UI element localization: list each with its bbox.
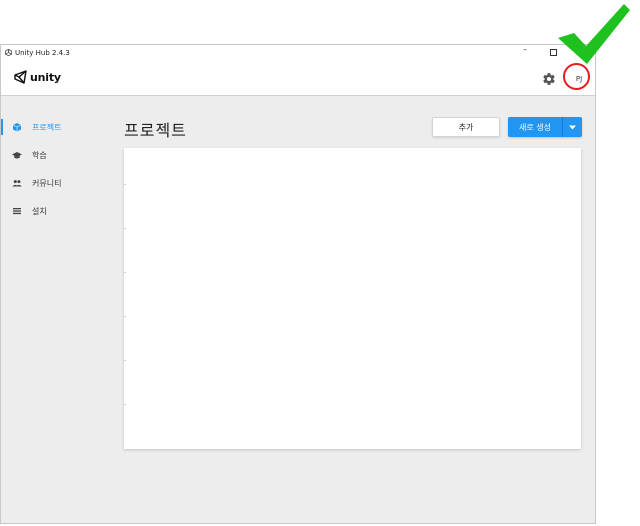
window-title: Unity Hub 2.4.3 bbox=[15, 49, 70, 57]
sidebar-item-label: 설치 bbox=[32, 206, 47, 216]
row-divider bbox=[124, 272, 126, 273]
unity-hub-window: Unity Hub 2.4.3 – unity PJ 프로젝트 학습 커뮤니티 … bbox=[0, 44, 596, 524]
sidebar-item-projects[interactable]: 프로젝트 bbox=[1, 116, 111, 138]
gear-icon[interactable] bbox=[542, 72, 556, 86]
new-project-label: 새로 생성 bbox=[519, 122, 551, 132]
sidebar-item-label: 프로젝트 bbox=[32, 122, 62, 132]
app-header: unity PJ bbox=[1, 63, 595, 96]
cube-icon bbox=[12, 123, 22, 132]
new-project-dropdown[interactable] bbox=[563, 117, 582, 137]
sidebar-item-installs[interactable]: 설치 bbox=[1, 200, 111, 222]
unity-logo: unity bbox=[13, 70, 61, 84]
row-divider bbox=[124, 228, 126, 229]
sidebar-item-community[interactable]: 커뮤니티 bbox=[1, 172, 111, 194]
checkmark-annotation-icon bbox=[558, 4, 630, 64]
highlight-circle-annotation bbox=[563, 63, 590, 90]
row-divider bbox=[124, 360, 126, 361]
unity-logo-icon bbox=[14, 70, 27, 84]
sidebar-item-label: 커뮤니티 bbox=[32, 178, 62, 188]
logo-text: unity bbox=[30, 70, 61, 84]
sidebar-item-learn[interactable]: 학습 bbox=[1, 144, 111, 166]
list-icon bbox=[13, 208, 21, 215]
row-divider bbox=[124, 404, 126, 405]
new-project-button[interactable]: 새로 생성 bbox=[508, 117, 582, 137]
row-divider bbox=[124, 316, 126, 317]
project-list-panel bbox=[124, 148, 581, 449]
people-icon bbox=[12, 180, 22, 187]
unity-app-icon bbox=[5, 49, 12, 56]
graduation-cap-icon bbox=[12, 152, 22, 159]
sidebar: 프로젝트 학습 커뮤니티 설치 bbox=[1, 96, 111, 524]
add-button[interactable]: 추가 bbox=[432, 117, 500, 137]
row-divider bbox=[124, 184, 126, 185]
sidebar-item-label: 학습 bbox=[32, 150, 47, 160]
add-button-label: 추가 bbox=[458, 122, 474, 132]
minimize-button[interactable]: – bbox=[523, 45, 527, 54]
chevron-down-icon bbox=[569, 125, 576, 129]
title-bar: Unity Hub 2.4.3 – bbox=[1, 45, 595, 63]
page-title: 프로젝트 bbox=[124, 121, 187, 140]
